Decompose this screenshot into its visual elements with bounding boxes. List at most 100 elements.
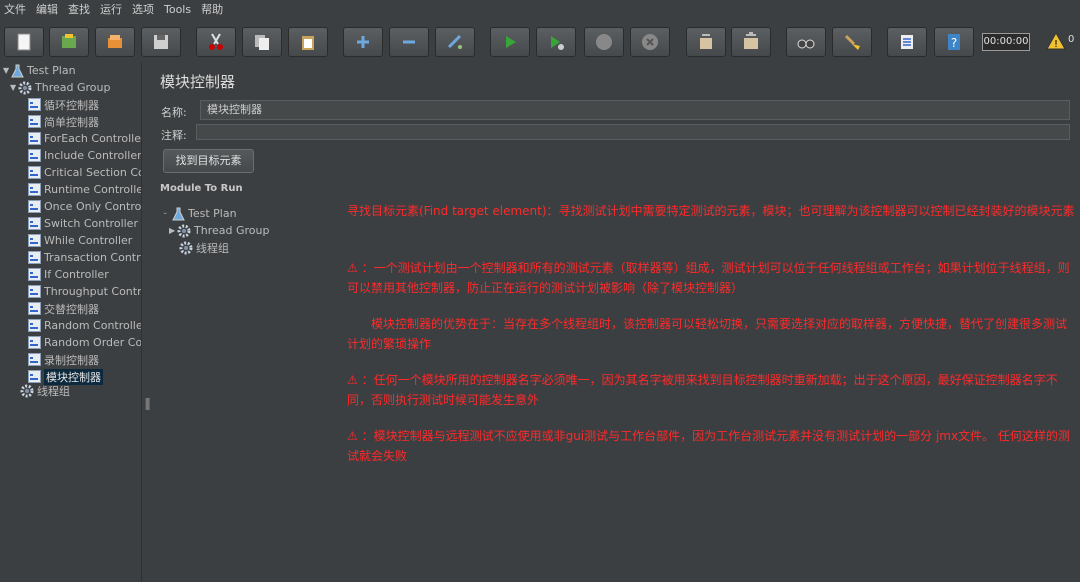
tree-label: 循环控制器	[44, 98, 99, 112]
tree-node-thread-group[interactable]: ▼ Thread Group	[10, 79, 110, 96]
toolbar: ? 00:00:00 ! 0	[0, 22, 1080, 62]
module-to-run-label: Module To Run	[160, 183, 243, 194]
tree-item-controller[interactable]: Once Only Controll	[28, 198, 141, 215]
stop-button[interactable]	[584, 27, 624, 57]
tree-label: 简单控制器	[44, 115, 99, 129]
collapse-arrow-icon[interactable]: ╴	[164, 209, 172, 218]
controller-icon	[28, 183, 41, 196]
clear-all-icon	[744, 32, 758, 49]
copy-icon	[255, 35, 269, 50]
templates-icon	[62, 34, 76, 48]
cut-icon	[209, 33, 223, 50]
start-icon	[506, 36, 516, 48]
expand-arrow-icon[interactable]: ▼	[3, 66, 11, 75]
templates-button[interactable]	[49, 27, 89, 57]
note-3: 模块控制器的优势在于：当存在多个线程组时，该控制器可以轻松切换，只需要选择对应的…	[347, 317, 1068, 351]
menu-file[interactable]: 文件	[0, 0, 32, 20]
search-icon	[797, 39, 815, 49]
tree-item-controller[interactable]: Critical Section Cor	[28, 164, 141, 181]
expand-button[interactable]	[343, 27, 383, 57]
controller-icon	[28, 285, 41, 298]
name-field[interactable]: 模块控制器	[200, 100, 1070, 120]
tree-label: Thread Group	[194, 224, 270, 237]
expand-icon	[357, 36, 369, 48]
tree-item-controller[interactable]: 交替控制器	[28, 300, 99, 317]
tree-item-controller[interactable]: Include Controller	[28, 147, 141, 164]
menu-edit[interactable]: 编辑	[32, 0, 64, 20]
flask-icon	[172, 207, 185, 220]
splitter-grip[interactable]: ▪ ▪ ▪	[145, 396, 150, 412]
menu-help[interactable]: 帮助	[197, 0, 229, 20]
tree-item-controller[interactable]: If Controller	[28, 266, 109, 283]
shutdown-button[interactable]	[630, 27, 670, 57]
menu-search[interactable]: 查找	[64, 0, 96, 20]
toggle-button[interactable]	[435, 27, 475, 57]
start-no-pause-button[interactable]	[536, 27, 576, 57]
svg-text:?: ?	[951, 36, 957, 50]
tree-label: 线程组	[37, 384, 70, 398]
start-button[interactable]	[490, 27, 530, 57]
controller-icon	[28, 132, 41, 145]
tree-label: Include Controller	[44, 149, 141, 162]
reset-search-icon	[844, 34, 860, 50]
help-button[interactable]: ?	[934, 27, 974, 57]
expand-arrow-icon[interactable]: ▶	[169, 226, 177, 235]
tree-label: Once Only Controll	[44, 200, 141, 213]
controller-icon	[28, 217, 41, 230]
stop-icon	[596, 34, 612, 50]
tree-item-controller[interactable]: While Controller	[28, 232, 132, 249]
new-button[interactable]	[4, 27, 44, 57]
paste-icon	[302, 36, 314, 50]
collapse-button[interactable]	[389, 27, 429, 57]
tree-label: Transaction Contro	[44, 251, 141, 264]
comment-field[interactable]	[196, 124, 1070, 140]
module-controller-panel: 模块控制器 名称: 模块控制器 注释: 找到目标元素 Module To Run…	[151, 62, 1080, 582]
tree-label: Test Plan	[188, 207, 237, 220]
controller-icon	[28, 319, 41, 332]
tree-item-controller[interactable]: Transaction Contro	[28, 249, 141, 266]
tree-item-controller[interactable]: 简单控制器	[28, 113, 99, 130]
start-no-pause-icon	[551, 36, 564, 50]
tree-item-controller[interactable]: Runtime Controller	[28, 181, 141, 198]
menu-tools[interactable]: Tools	[160, 0, 197, 20]
function-helper-icon	[901, 35, 913, 49]
reset-search-button[interactable]	[832, 27, 872, 57]
gear-icon	[177, 224, 191, 237]
tree-item-controller[interactable]: Switch Controller	[28, 215, 138, 232]
function-helper-button[interactable]	[887, 27, 927, 57]
clear-button[interactable]	[686, 27, 726, 57]
clear-all-button[interactable]	[731, 27, 771, 57]
find-target-button[interactable]: 找到目标元素	[163, 149, 254, 173]
tree-item-controller[interactable]: Random Controller	[28, 317, 141, 334]
gear-icon	[18, 81, 32, 94]
warning-count: 0	[1068, 34, 1075, 45]
copy-button[interactable]	[242, 27, 282, 57]
tree-item-controller[interactable]: ForEach Controller	[28, 130, 141, 147]
tree-item-controller[interactable]: 录制控制器	[28, 351, 99, 368]
save-button[interactable]	[141, 27, 181, 57]
search-button[interactable]	[786, 27, 826, 57]
mtr-node-thread-group[interactable]: ▶ Thread Group	[169, 222, 269, 239]
expand-arrow-icon[interactable]: ▼	[10, 83, 18, 92]
tree-label: Runtime Controller	[44, 183, 141, 196]
shutdown-icon	[642, 34, 658, 50]
tree-item-controller[interactable]: Random Order Cor	[28, 334, 141, 351]
controller-icon	[28, 115, 41, 128]
warning-icon[interactable]: !	[1046, 32, 1066, 50]
panel-title: 模块控制器	[160, 73, 236, 91]
mtr-node-test-plan[interactable]: ╴ Test Plan	[164, 205, 237, 222]
menu-options[interactable]: 选项	[128, 0, 160, 20]
menu-bar: 文件 编辑 查找 运行 选项 Tools 帮助	[0, 0, 1080, 20]
tree-item-controller[interactable]: Throughput Contro	[28, 283, 141, 300]
controller-icon	[28, 98, 41, 111]
controller-icon	[28, 200, 41, 213]
tree-node-thread-group-2[interactable]: 线程组	[20, 382, 70, 399]
paste-button[interactable]	[288, 27, 328, 57]
test-plan-tree: ▼ Test Plan ▼ Thread Group 循环控制器简单控制器 For…	[0, 62, 141, 582]
mtr-node-thread-group-2[interactable]: 线程组	[179, 239, 229, 256]
tree-item-controller[interactable]: 循环控制器	[28, 96, 99, 113]
menu-run[interactable]: 运行	[96, 0, 128, 20]
open-button[interactable]	[95, 27, 135, 57]
tree-node-test-plan[interactable]: ▼ Test Plan	[3, 62, 76, 79]
cut-button[interactable]	[196, 27, 236, 57]
